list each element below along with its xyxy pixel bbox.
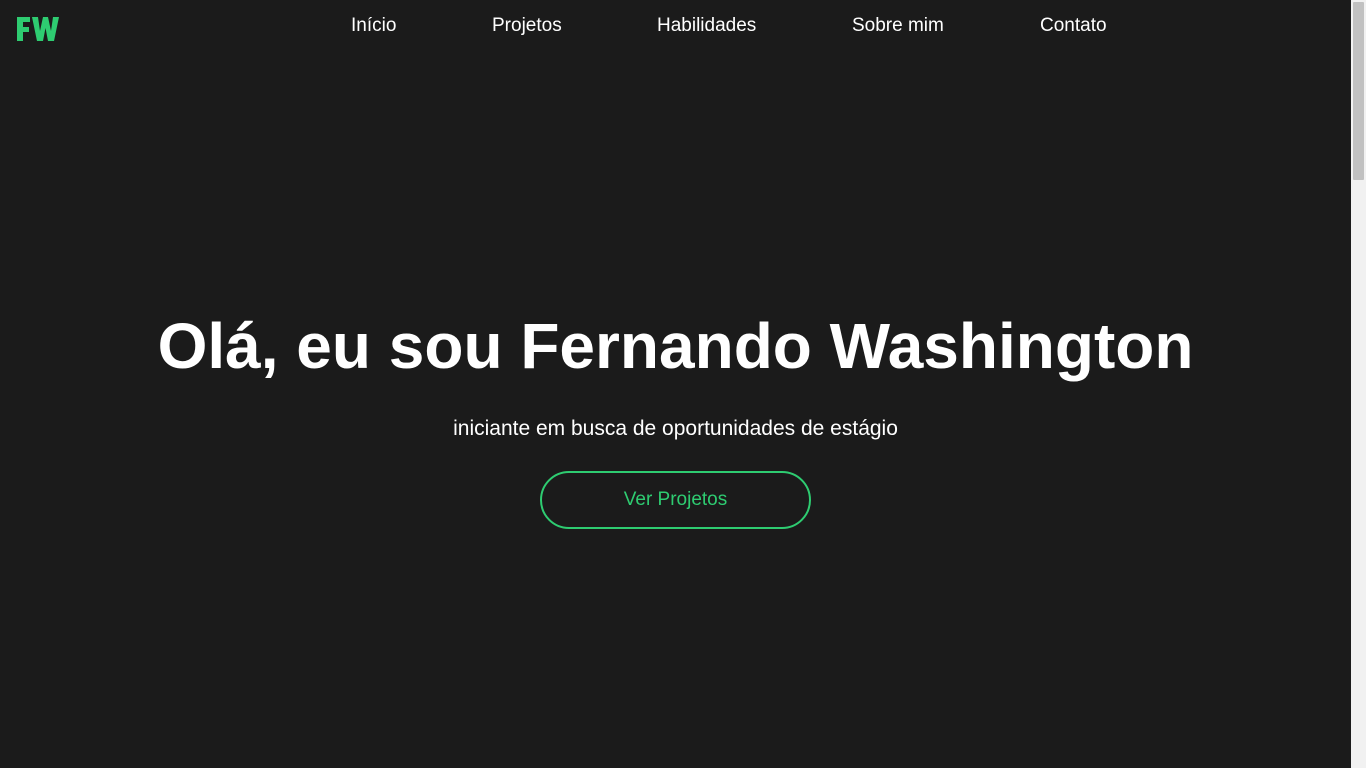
hero-subtitle: iniciante em busca de oportunidades de e… bbox=[453, 417, 898, 440]
ver-projetos-button[interactable]: Ver Projetos bbox=[540, 471, 811, 529]
portfolio-page: Início Projetos Habilidades Sobre mim Co… bbox=[0, 0, 1366, 768]
scrollbar-thumb[interactable] bbox=[1353, 2, 1364, 180]
hero-title: Olá, eu sou Fernando Washington bbox=[157, 310, 1194, 382]
hero-section: Olá, eu sou Fernando Washington iniciant… bbox=[0, 0, 1351, 768]
vertical-scrollbar[interactable] bbox=[1351, 0, 1366, 768]
